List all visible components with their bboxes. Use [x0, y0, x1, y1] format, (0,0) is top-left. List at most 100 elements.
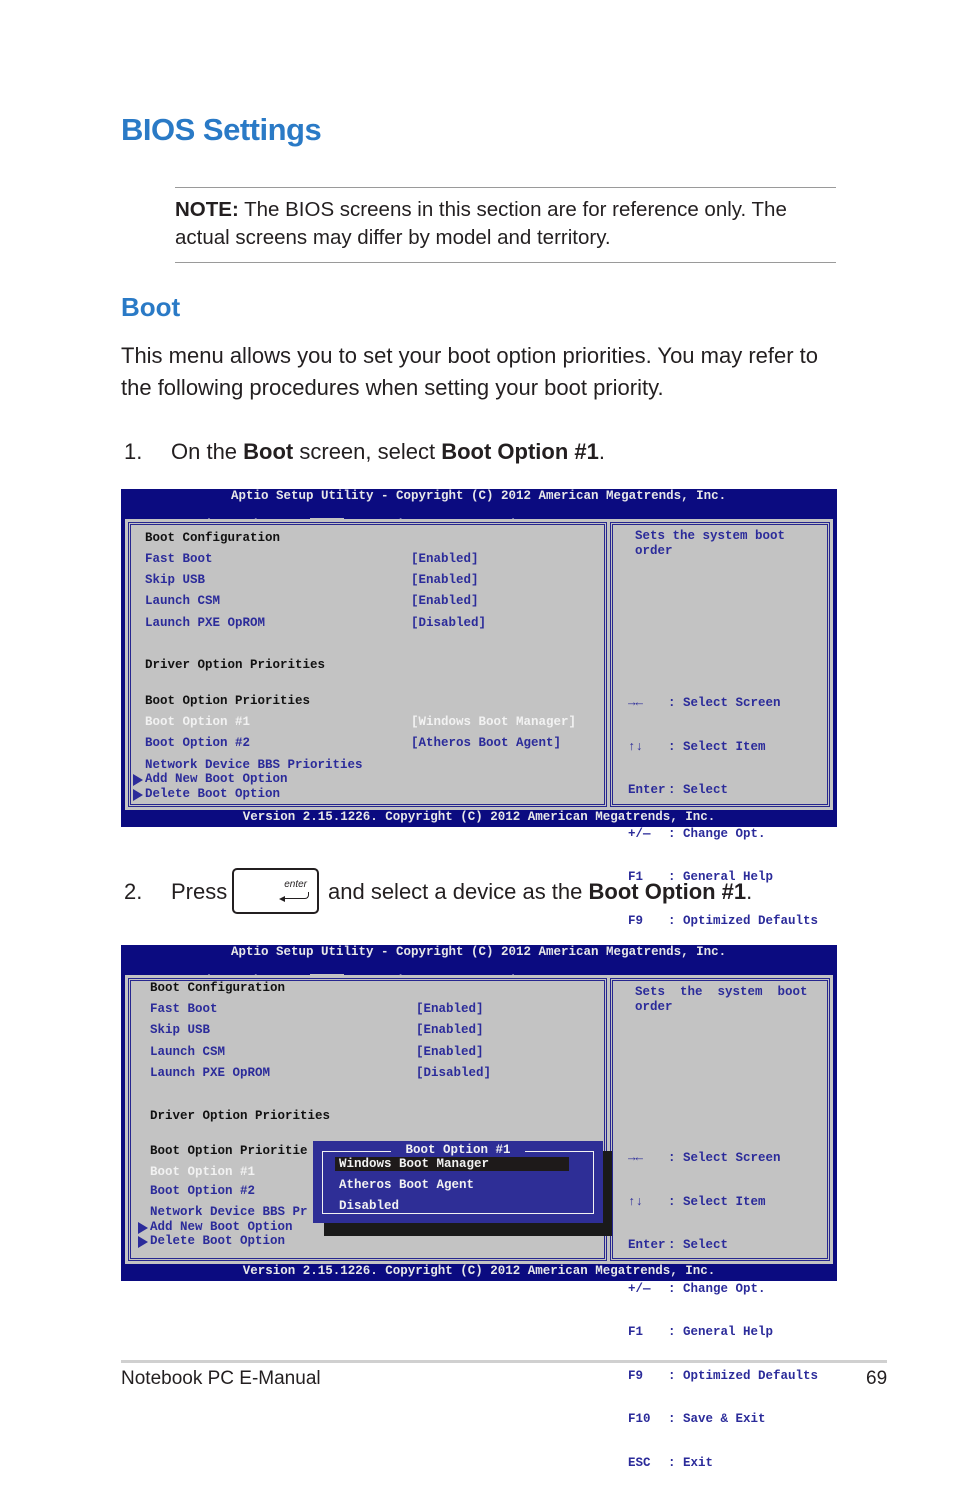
step-text: On the [171, 439, 244, 464]
key-desc: : Select Screen [668, 1151, 781, 1165]
setting-label: Launch PXE OpROM [145, 616, 266, 630]
boot-option-popup: Boot Option #1 Windows Boot Manager Athe… [313, 1141, 603, 1223]
bios-screen-2: Aptio Setup Utility - Copyright (C) 2012… [121, 945, 837, 1470]
setting-value[interactable]: [Enabled] [416, 1045, 484, 1059]
network-device-bbs-priorities[interactable]: Network Device BBS Priorities [145, 758, 363, 772]
key-row: F9: Optimized Defaults [628, 914, 818, 929]
step-text: screen, select [293, 439, 442, 464]
bios-version-footer: Version 2.15.1226. Copyright (C) 2012 Am… [242, 1264, 716, 1278]
setting-value[interactable]: [Enabled] [416, 1002, 484, 1016]
bios-header: Aptio Setup Utility - Copyright (C) 2012… [121, 945, 837, 988]
help-text: Sets the system boot order [635, 529, 786, 558]
add-new-boot-option[interactable]: Add New Boot Option [133, 772, 288, 786]
key-name: ESC [628, 1455, 651, 1470]
key-desc: : Change Opt. [668, 1281, 766, 1296]
note-box: NOTE: The BIOS screens in this section a… [175, 196, 836, 252]
key-row: ESC : Exit [628, 1456, 818, 1471]
setting-value[interactable]: [Enabled] [411, 594, 479, 608]
step-1: 1. On the Boot screen, select Boot Optio… [124, 437, 824, 467]
setting-value[interactable]: [Enabled] [411, 573, 479, 587]
submenu-arrow-icon [133, 789, 143, 801]
key-name: +/— [628, 826, 651, 841]
popup-option-atheros-boot-agent[interactable]: Atheros Boot Agent [339, 1178, 474, 1192]
setting-launch-csm[interactable]: Launch CSM [Enabled] [150, 1045, 484, 1059]
enter-key-icon: enter [232, 868, 319, 914]
popup-option-windows-boot-manager[interactable]: Windows Boot Manager [335, 1157, 569, 1171]
footer-rule [121, 1360, 887, 1363]
bios-title: Aptio Setup Utility - Copyright (C) 2012… [231, 489, 727, 503]
setting-launch-csm[interactable]: Launch CSM [Enabled] [145, 594, 479, 608]
section-heading: Boot [121, 292, 181, 322]
setting-label: Fast Boot [145, 552, 213, 566]
boot-option-2[interactable]: Boot Option #2 [150, 1184, 255, 1198]
popup-option-disabled[interactable]: Disabled [339, 1199, 399, 1213]
setting-launch-pxe-oprom[interactable]: Launch PXE OpROM [Disabled] [150, 1066, 491, 1080]
step-text: . [746, 879, 753, 904]
network-device-bbs-priorities[interactable]: Network Device BBS Pr [150, 1205, 308, 1219]
setting-value[interactable]: [Atheros Boot Agent] [411, 736, 561, 750]
setting-label: Fast Boot [150, 1002, 218, 1016]
setting-label: Launch CSM [145, 594, 221, 608]
key-name: F9 [628, 1368, 644, 1383]
key-name: Enter [628, 1238, 666, 1252]
step-text: . [598, 439, 605, 464]
key-row: ↑↓: Select Item [628, 740, 818, 755]
step-number: 1. [124, 439, 143, 464]
popup-title-text: Boot Option #1 [391, 1143, 525, 1157]
help-text: Sets the system boot order [635, 985, 808, 1014]
setting-skip-usb[interactable]: Skip USB [Enabled] [145, 573, 479, 587]
key-row: Enter: Select [628, 783, 818, 798]
setting-value[interactable]: [Disabled] [411, 616, 486, 630]
boot-option-2[interactable]: Boot Option #2 [Atheros Boot Agent] [145, 736, 561, 750]
step-number: 2. [124, 879, 143, 904]
setting-value[interactable]: [Disabled] [416, 1066, 491, 1080]
popup-title: Boot Option #1 [313, 1143, 603, 1157]
key-row: F10: Save & Exit [628, 1412, 818, 1427]
setting-value[interactable]: [Windows Boot Manager] [411, 715, 576, 729]
key-name: →← [628, 696, 644, 710]
key-row: +/— : Change Opt. [628, 827, 818, 842]
bios-body: Boot Configuration Fast Boot [Enabled] Sk… [125, 519, 833, 1015]
setting-fast-boot[interactable]: Fast Boot [Enabled] [150, 1002, 484, 1016]
setting-skip-usb[interactable]: Skip USB [Enabled] [150, 1023, 484, 1037]
key-row: Enter: Select [628, 1238, 818, 1253]
key-desc: : Save & Exit [668, 1412, 766, 1426]
intro-paragraph: This menu allows you to set your boot op… [121, 343, 819, 400]
setting-value[interactable]: [Enabled] [411, 552, 479, 566]
key-desc: : Exit [668, 1455, 714, 1470]
link-label: Delete Boot Option [150, 1234, 286, 1248]
link-label: Add New Boot Option [145, 772, 288, 786]
note-label: NOTE: [175, 198, 239, 221]
setting-value[interactable]: [Enabled] [416, 1023, 484, 1037]
bios-help-panel: Sets the system boot order →←: Select Sc… [610, 522, 830, 1015]
key-desc: : General Help [668, 1325, 774, 1339]
note-text: The BIOS screens in this section are for… [175, 198, 787, 249]
delete-boot-option[interactable]: Delete Boot Option [138, 1234, 286, 1248]
setting-launch-pxe-oprom[interactable]: Launch PXE OpROM [Disabled] [145, 616, 486, 630]
bios-settings-panel: Boot Configuration Fast Boot [Enabled] Sk… [128, 522, 607, 807]
page-number: 69 [866, 1368, 888, 1389]
submenu-arrow-icon [133, 774, 143, 786]
boot-option-1[interactable]: Boot Option #1 [150, 1165, 255, 1179]
key-desc: : Select [668, 1238, 729, 1252]
setting-label: Launch PXE OpROM [150, 1066, 271, 1080]
boot-configuration-heading: Boot Configuration [145, 531, 281, 545]
setting-label: Boot Option #1 [145, 715, 251, 729]
key-desc: : Change Opt. [668, 826, 766, 841]
bios-version-footer: Version 2.15.1226. Copyright (C) 2012 Am… [242, 810, 716, 824]
delete-boot-option[interactable]: Delete Boot Option [133, 787, 281, 801]
bios-title: Aptio Setup Utility - Copyright (C) 2012… [231, 945, 727, 959]
step-text: Press [171, 879, 228, 904]
key-desc: : Select [668, 783, 729, 797]
key-desc: : Optimized Defaults [668, 913, 819, 928]
add-new-boot-option[interactable]: Add New Boot Option [138, 1220, 293, 1234]
boot-option-1[interactable]: Boot Option #1 [Windows Boot Manager] [145, 715, 576, 729]
bios-screen-1: Aptio Setup Utility - Copyright (C) 2012… [121, 489, 837, 1015]
link-label: Delete Boot Option [145, 787, 281, 801]
page-title: BIOS Settings [121, 112, 322, 147]
key-desc: : Optimized Defaults [668, 1368, 819, 1383]
key-name: ↑↓ [628, 1194, 644, 1209]
setting-fast-boot[interactable]: Fast Boot [Enabled] [145, 552, 479, 566]
boot-option-priorities-heading: Boot Option Prioritie [150, 1144, 308, 1158]
key-row: ↑↓: Select Item [628, 1195, 818, 1210]
